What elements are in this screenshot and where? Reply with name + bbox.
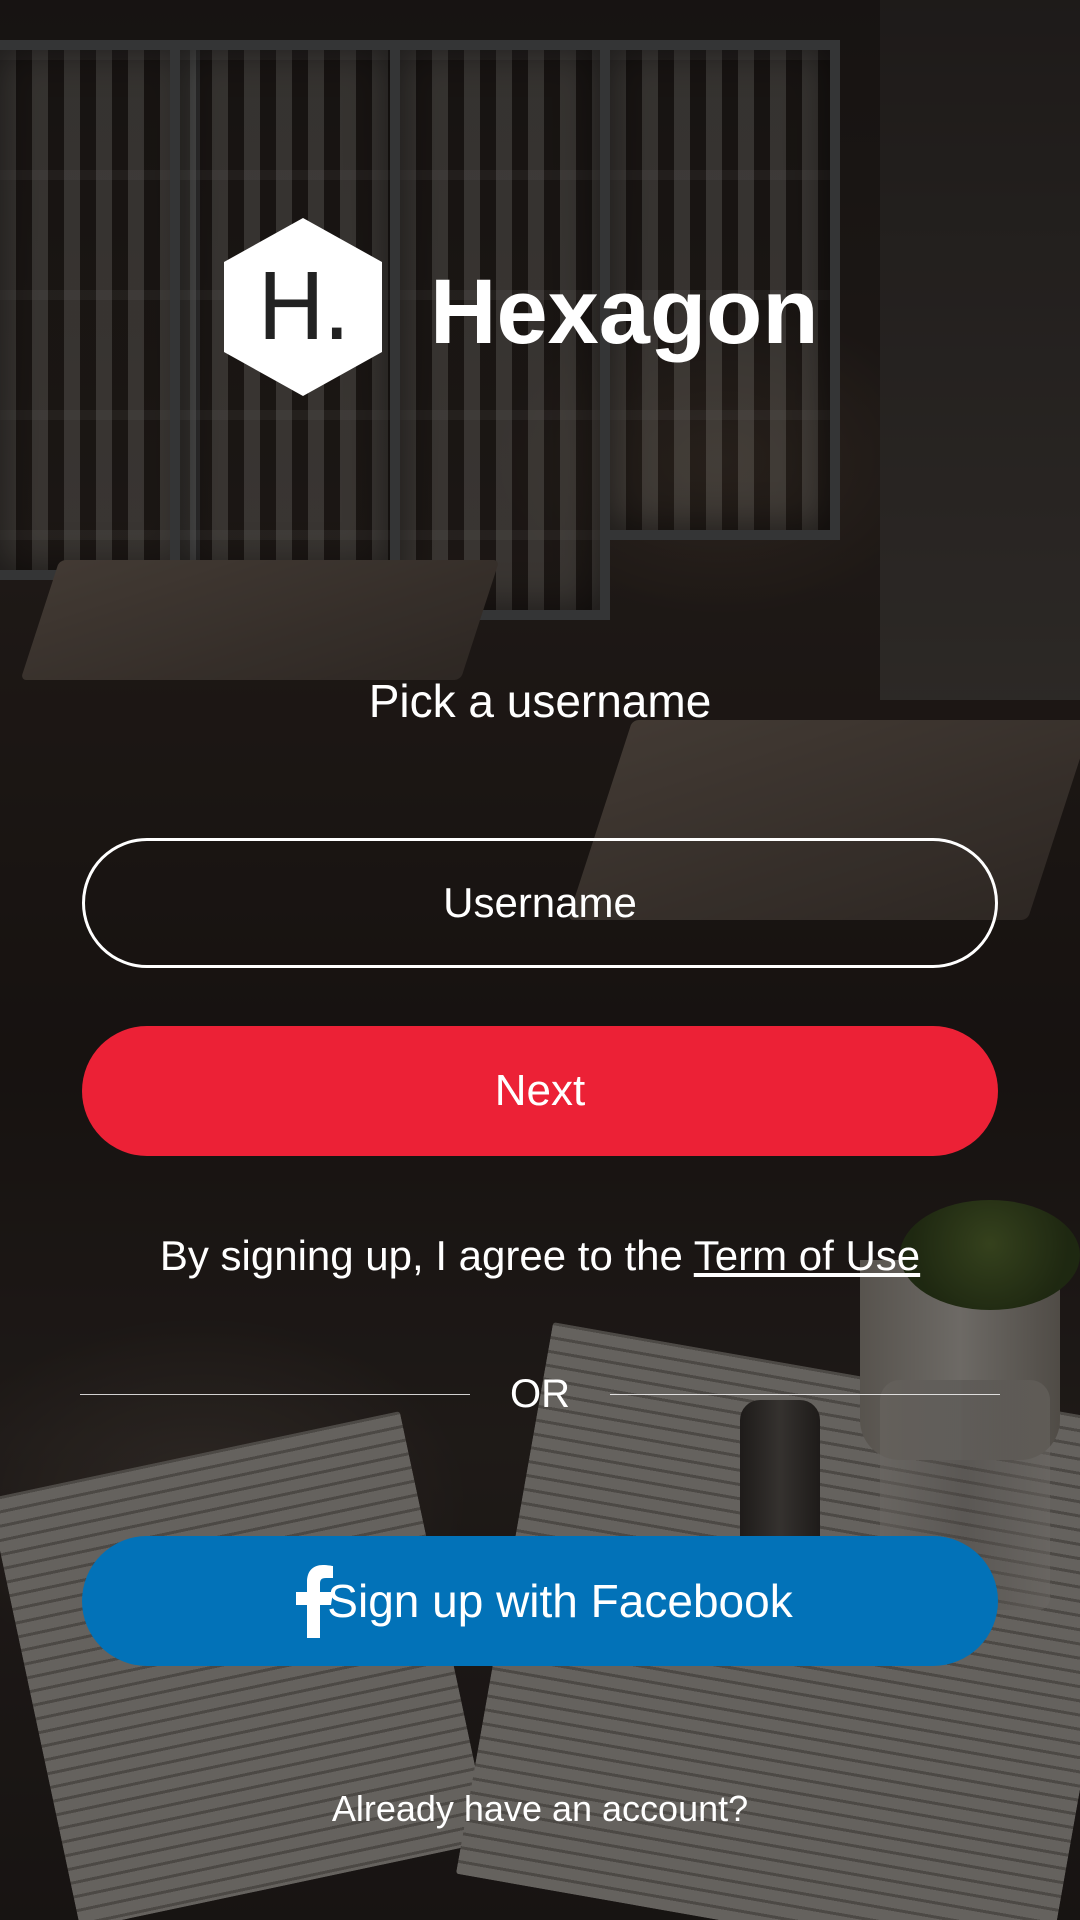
facebook-icon <box>296 1565 333 1638</box>
or-separator: OR <box>510 1372 570 1416</box>
logo-letter: H. <box>256 253 352 361</box>
terms-prefix: By signing up, I agree to the <box>159 1232 694 1279</box>
facebook-button-label: Sign up with Facebook <box>327 1575 793 1627</box>
username-prompt: Pick a username <box>368 675 712 727</box>
terms-of-use-link[interactable]: Term of Use <box>694 1232 920 1279</box>
facebook-signup-button[interactable]: Sign up with Facebook <box>82 1536 998 1666</box>
brand-name: Hexagon <box>430 261 819 363</box>
hexagon-logo: H. <box>218 214 388 400</box>
username-input[interactable] <box>85 840 995 966</box>
signup-screen: H. Hexagon Pick a username Next By signi… <box>0 0 1080 1920</box>
already-have-account-link[interactable]: Already have an account? <box>0 1788 1080 1830</box>
next-button-label: Next <box>494 1066 586 1115</box>
username-field[interactable] <box>82 838 998 968</box>
terms-text: By signing up, I agree to the Term of Us… <box>0 1232 1080 1280</box>
next-button[interactable]: Next <box>82 1026 998 1156</box>
